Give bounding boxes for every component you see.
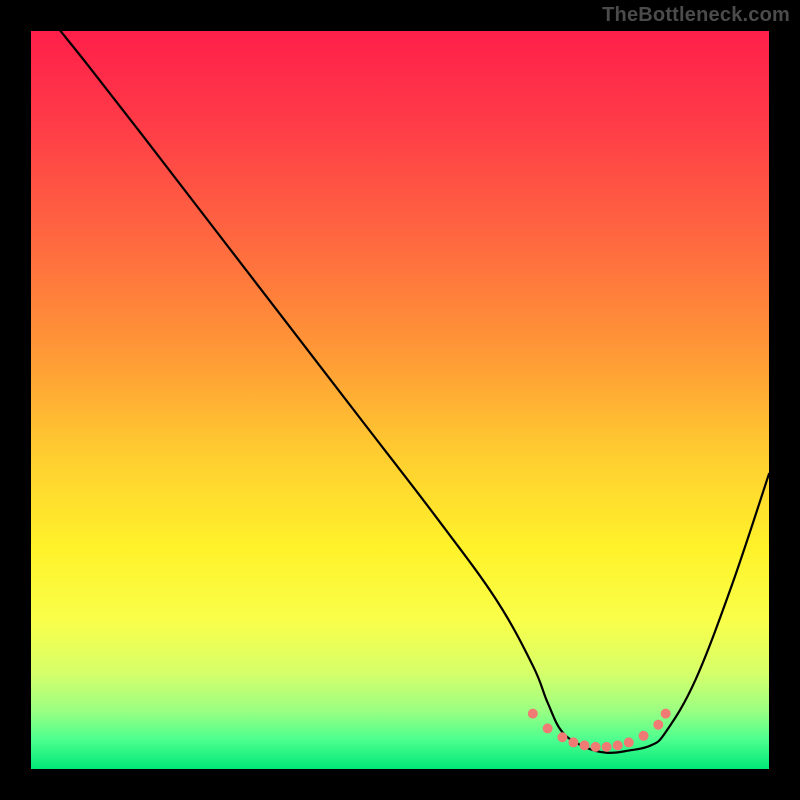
valley-dot	[557, 732, 567, 742]
valley-dot	[624, 737, 634, 747]
valley-dot	[580, 740, 590, 750]
valley-dot	[613, 740, 623, 750]
valley-dot	[602, 742, 612, 752]
valley-dot	[639, 731, 649, 741]
valley-dot	[661, 709, 671, 719]
plot-area	[31, 31, 769, 769]
valley-dot	[591, 742, 601, 752]
valley-dot	[653, 720, 663, 730]
chart-svg	[31, 31, 769, 769]
valley-dot	[568, 737, 578, 747]
chart-frame: TheBottleneck.com	[0, 0, 800, 800]
valley-dot	[543, 723, 553, 733]
valley-dot	[528, 709, 538, 719]
watermark-text: TheBottleneck.com	[602, 4, 790, 27]
curve-line	[61, 31, 769, 753]
